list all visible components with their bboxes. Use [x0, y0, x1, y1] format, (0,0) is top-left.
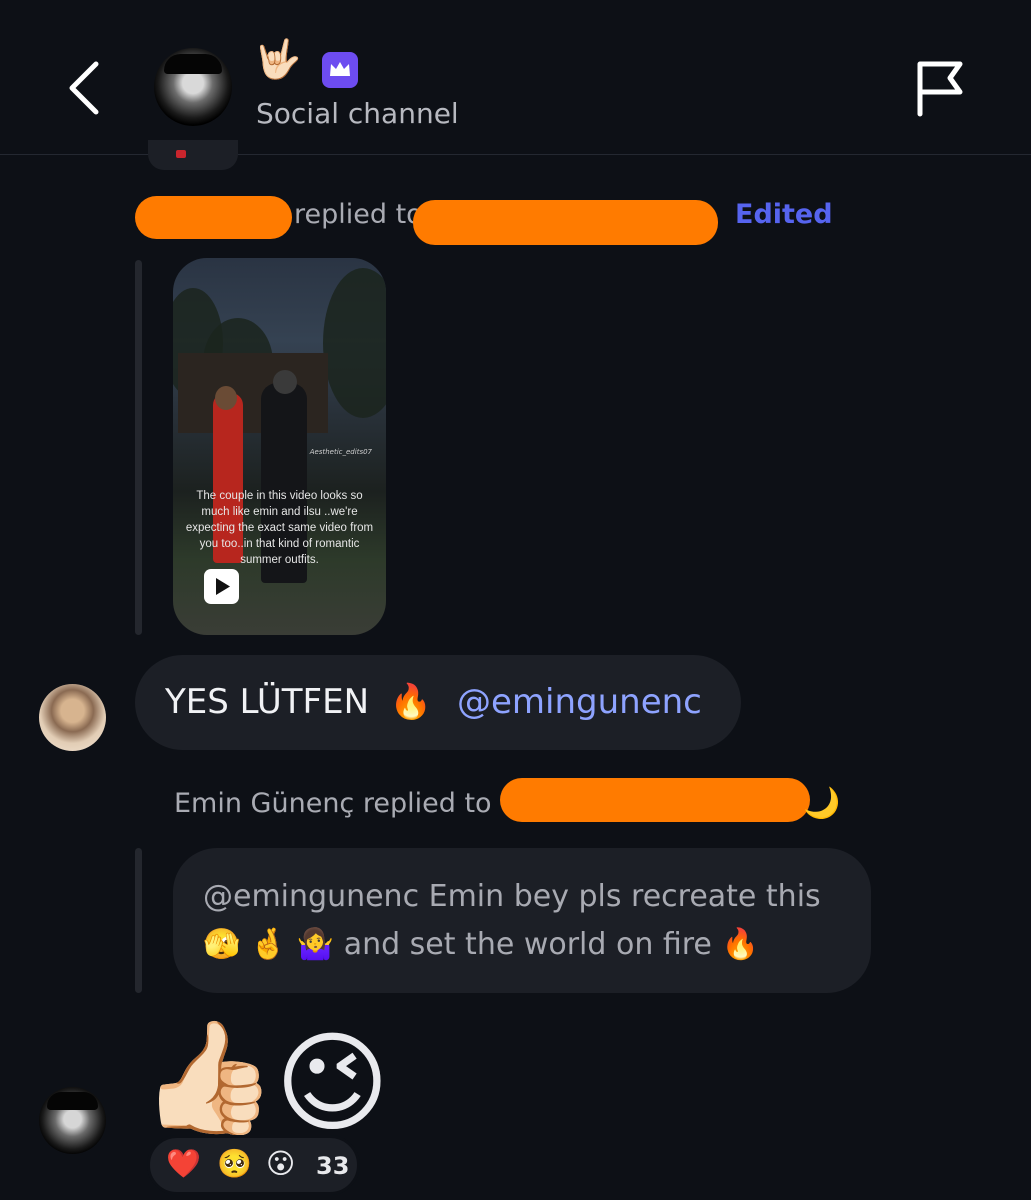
message-bubble[interactable]: YES LÜTFEN 🔥 @emingunenc	[135, 655, 741, 750]
tree-shape	[323, 268, 386, 418]
reaction-count: 33	[316, 1152, 350, 1180]
user-avatar[interactable]	[39, 684, 106, 751]
quoted-mention[interactable]: @emingunenc	[203, 879, 419, 914]
quoted-text-line-1: Emin bey pls recreate this	[428, 879, 821, 914]
redacted-username	[135, 196, 292, 239]
mention-link[interactable]: @emingunenc	[457, 682, 702, 722]
thread-line	[135, 848, 142, 993]
chevron-left-icon	[69, 61, 99, 115]
video-thumbnail[interactable]: Aesthetic_edits07 The couple in this vid…	[173, 258, 386, 635]
redacted-recipient	[500, 778, 810, 822]
person-head	[273, 370, 297, 394]
fire-emoji: 🔥	[389, 682, 433, 722]
wink-emoji: 😉	[275, 1019, 390, 1147]
reply-label: replied to	[294, 199, 423, 230]
play-button[interactable]	[204, 569, 239, 604]
channel-name[interactable]: Social channel	[256, 97, 459, 130]
video-caption: The couple in this video looks so much l…	[185, 490, 374, 566]
previous-message-bubble	[148, 140, 238, 170]
message-text: YES LÜTFEN	[165, 682, 370, 722]
report-button[interactable]	[912, 58, 968, 120]
channel-avatar[interactable]	[154, 48, 232, 126]
premium-badge	[322, 52, 358, 88]
surprised-reaction[interactable]: 😮	[266, 1150, 295, 1178]
title-emoji: 🤟🏻	[254, 37, 302, 81]
play-icon	[216, 578, 230, 595]
crown-icon	[330, 62, 350, 76]
thumbs-up-emoji: 👍🏻	[140, 1013, 277, 1141]
video-watermark: Aesthetic_edits07	[309, 448, 372, 456]
quoted-message-bubble[interactable]: @emingunenc Emin bey pls recreate this 🫣…	[173, 848, 871, 993]
flag-icon	[917, 61, 963, 117]
thread-line	[135, 260, 142, 635]
fire-emoji: 🔥	[721, 927, 759, 962]
chat-header: 🤟🏻 Social channel	[0, 0, 1031, 155]
reactions-bar[interactable]: ❤️ 🥺 😮 33	[147, 1135, 360, 1195]
sender-avatar[interactable]	[39, 1087, 106, 1154]
moon-emoji: 🌙	[803, 786, 841, 821]
pleading-reaction[interactable]: 🥺	[217, 1150, 252, 1178]
edited-label: Edited	[735, 199, 833, 230]
redacted-recipient	[413, 200, 718, 245]
back-button[interactable]	[62, 58, 114, 118]
quoted-emojis: 🫣 🤞 🤷‍♀️	[203, 927, 335, 962]
quoted-text-line-2: and set the world on fire	[343, 927, 712, 962]
heart-reaction[interactable]: ❤️	[166, 1150, 201, 1178]
person-head	[215, 386, 237, 410]
reply-label: Emin Günenç replied to	[174, 788, 492, 819]
